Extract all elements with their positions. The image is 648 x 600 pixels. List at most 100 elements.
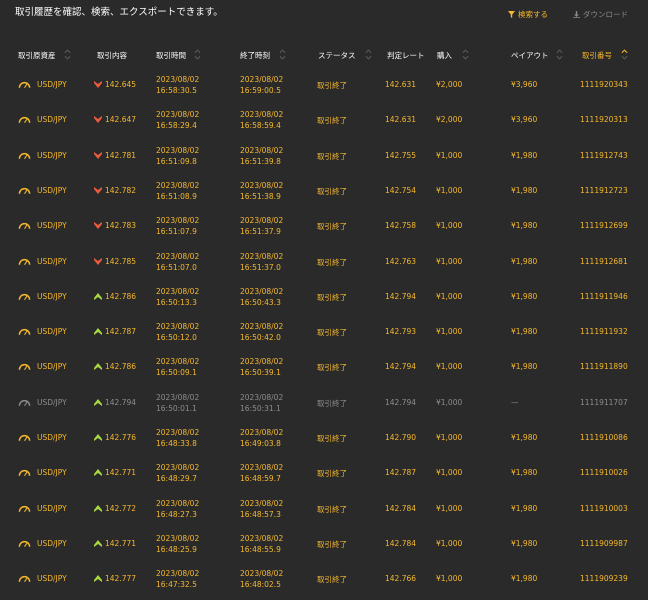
arrow-up-icon — [94, 575, 102, 583]
arrow-down-icon — [94, 81, 102, 88]
purchase-amount: ¥1,000 — [436, 538, 463, 548]
gauge-icon — [18, 540, 31, 547]
sort-icon[interactable] — [64, 49, 71, 60]
trade-id: 1111909987 — [580, 538, 628, 548]
table-row[interactable]: USD/JPY 142.771 2023/08/02 16:48:29.7 2023/0… — [0, 455, 648, 490]
table-row[interactable]: USD/JPY 142.771 2023/08/02 16:48:25.9 2023/0… — [0, 526, 648, 561]
open-time: 16:50:12.0 — [156, 333, 197, 343]
payout-amount: ¥1,980 — [511, 185, 538, 195]
trade-id: 1111910026 — [580, 468, 628, 478]
table-row[interactable]: USD/JPY 142.783 2023/08/02 16:51:07.9 2023/0… — [0, 208, 648, 243]
close-time: 16:50:43.3 — [240, 297, 281, 307]
column-header-payout[interactable]: ペイアウト — [511, 50, 549, 61]
status-badge: 取引終了 — [317, 257, 347, 267]
table-row[interactable]: USD/JPY 142.782 2023/08/02 16:51:08.9 2023/0… — [0, 173, 648, 208]
table-row[interactable]: USD/JPY 142.647 2023/08/02 16:58:29.4 2023/0… — [0, 102, 648, 137]
entry-rate: 142.781 — [105, 150, 137, 160]
close-date: 2023/08/02 — [240, 392, 284, 402]
judge-rate: 142.793 — [385, 327, 417, 337]
purchase-amount: ¥2,000 — [436, 80, 463, 89]
open-time: 16:50:13.3 — [156, 297, 197, 307]
sort-icon[interactable] — [365, 49, 372, 60]
status-badge: 取引終了 — [317, 539, 347, 549]
open-time: 16:48:25.9 — [156, 544, 197, 554]
asset-label: USD/JPY — [37, 185, 67, 195]
table-row[interactable]: USD/JPY 142.786 2023/08/02 16:50:13.3 2023/0… — [0, 279, 648, 314]
column-header-open-time[interactable]: 取引時間 — [156, 50, 186, 61]
column-header-asset[interactable]: 取引原資産 — [18, 50, 56, 61]
arrow-up-icon — [94, 434, 102, 441]
table-row[interactable]: USD/JPY 142.785 2023/08/02 16:51:07.0 2023/0… — [0, 244, 648, 279]
entry-rate: 142.776 — [105, 433, 137, 442]
purchase-amount: ¥1,000 — [436, 150, 463, 160]
sort-icon[interactable] — [462, 49, 469, 60]
entry-rate: 142.783 — [105, 221, 137, 231]
sort-icon[interactable] — [556, 49, 563, 60]
status-badge: 取引終了 — [317, 222, 347, 232]
payout-amount: ¥1,980 — [511, 150, 538, 160]
open-date: 2023/08/02 — [156, 75, 200, 84]
asset-label: USD/JPY — [37, 468, 67, 478]
status-badge: 取引終了 — [317, 575, 347, 585]
table-row[interactable]: USD/JPY 142.645 2023/08/02 16:58:30.5 2023/0… — [0, 67, 648, 102]
table-row[interactable]: USD/JPY 142.777 2023/08/02 16:47:32.5 2023/0… — [0, 561, 648, 596]
open-time: 16:51:07.9 — [156, 227, 197, 237]
download-button[interactable]: ダウンロード — [573, 9, 628, 20]
arrow-down-icon — [94, 116, 102, 124]
column-header-close-time[interactable]: 終了時刻 — [240, 50, 270, 61]
open-time: 16:47:32.5 — [156, 580, 197, 590]
sort-icon[interactable] — [621, 49, 628, 60]
column-header-content[interactable]: 取引内容 — [97, 50, 127, 61]
judge-rate: 142.794 — [385, 397, 417, 407]
column-header-status[interactable]: ステータス — [318, 50, 356, 61]
trade-id: 1111909239 — [580, 574, 628, 584]
status-badge: 取引終了 — [317, 81, 347, 90]
open-time: 16:51:09.8 — [156, 156, 197, 166]
entry-rate: 142.785 — [105, 256, 137, 266]
close-date: 2023/08/02 — [240, 428, 284, 437]
sort-icon[interactable] — [194, 49, 201, 60]
open-date: 2023/08/02 — [156, 322, 200, 332]
close-date: 2023/08/02 — [240, 216, 284, 226]
judge-rate: 142.794 — [385, 291, 417, 301]
gauge-icon — [18, 364, 31, 371]
top-bar: 取引履歴を確認、検索、エクスポートできます。 検索する ダウンロード — [0, 0, 648, 24]
table-row[interactable]: USD/JPY 142.786 2023/08/02 16:50:09.1 2023/0… — [0, 349, 648, 384]
asset-label: USD/JPY — [37, 433, 67, 442]
column-header-trade-id[interactable]: 取引番号 — [582, 50, 612, 61]
table-row[interactable]: USD/JPY 142.794 2023/08/02 16:50:01.1 2023/0… — [0, 385, 648, 420]
close-date: 2023/08/02 — [240, 180, 284, 190]
status-badge: 取引終了 — [317, 398, 347, 408]
close-time: 16:51:37.0 — [240, 262, 281, 272]
status-badge: 取引終了 — [317, 292, 347, 302]
table-row[interactable]: USD/JPY 142.776 2023/08/02 16:48:33.8 2023/0… — [0, 420, 648, 455]
gauge-icon — [18, 258, 31, 265]
table-row[interactable]: USD/JPY 142.787 2023/08/02 16:50:12.0 2023/0… — [0, 314, 648, 349]
open-date: 2023/08/02 — [156, 498, 200, 508]
judge-rate: 142.631 — [385, 115, 417, 125]
purchase-amount: ¥1,000 — [436, 468, 463, 478]
entry-rate: 142.782 — [105, 185, 137, 195]
column-header-purchase[interactable]: 購入 — [437, 50, 452, 61]
asset-label: USD/JPY — [37, 362, 67, 372]
entry-rate: 142.786 — [105, 362, 137, 372]
judge-rate: 142.784 — [385, 503, 417, 513]
gauge-icon — [18, 576, 31, 583]
purchase-amount: ¥1,000 — [436, 362, 463, 372]
search-button[interactable]: 検索する — [508, 9, 548, 20]
table-row[interactable]: USD/JPY 142.781 2023/08/02 16:51:09.8 2023/0… — [0, 138, 648, 173]
table-row[interactable]: USD/JPY 142.772 2023/08/02 16:48:27.3 2023/0… — [0, 491, 648, 526]
column-header-judge-rate[interactable]: 判定レート — [387, 50, 425, 61]
status-badge: 取引終了 — [317, 434, 347, 443]
close-date: 2023/08/02 — [240, 110, 284, 120]
payout-amount: ¥1,980 — [511, 468, 538, 478]
judge-rate: 142.787 — [385, 468, 417, 478]
sort-icon[interactable] — [279, 49, 286, 60]
status-badge: 取引終了 — [317, 151, 347, 161]
arrow-up-icon — [94, 504, 102, 512]
purchase-amount: ¥1,000 — [436, 327, 463, 337]
download-icon — [573, 11, 580, 18]
gauge-icon — [18, 81, 31, 89]
payout-amount: ¥3,960 — [511, 80, 538, 89]
payout-amount: — — [511, 397, 519, 407]
